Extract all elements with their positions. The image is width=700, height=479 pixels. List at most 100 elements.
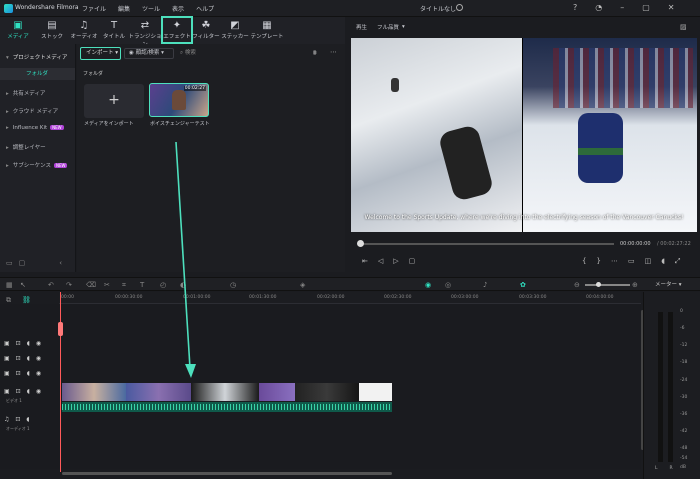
timer-icon[interactable]: ◷ [230,281,236,289]
title-bar: Wondershare Filmora ファイル 編集 ツール 表示 ヘルプ タ… [0,0,700,17]
meter-dropdown[interactable]: メーター ▾ [655,280,682,288]
play-icon[interactable]: ▷ [393,257,398,265]
zoom-slider-handle[interactable] [596,282,601,287]
meter-bar-left [658,312,663,462]
horizontal-scrollbar[interactable] [62,472,392,475]
tab-audio[interactable]: ♫ オーディオ [68,20,100,40]
eye-icon[interactable]: ◉ [36,355,41,362]
preview-progress-bar[interactable] [360,243,614,245]
speaker-icon[interactable]: ◖ [26,416,29,423]
media-panel [77,44,345,272]
link-icon[interactable]: ⛓ [22,296,31,304]
recognition-dropdown[interactable]: ◉ 顔認/検索 ▾ [124,48,174,59]
play-mode-label[interactable]: 再生 [356,23,367,31]
menu-help[interactable]: ヘルプ [196,4,214,13]
effects-tool-icon[interactable]: ◈ [300,281,305,289]
camera-icon[interactable]: ◫ [645,257,652,266]
sidebar-item-project-media[interactable]: ▾ プロジェクトメディア [6,53,67,61]
step-back-icon[interactable]: ◁ [378,257,383,265]
display-icon[interactable]: ▭ [628,257,635,266]
layout-icon[interactable]: ▦ [6,281,13,289]
speaker-icon[interactable]: ◖ [27,370,30,377]
close-icon[interactable]: ✕ [668,3,675,12]
playhead-handle[interactable] [58,322,63,336]
zoom-in-icon[interactable]: ⊕ [632,281,638,289]
sidebar-item-folder[interactable]: フォルダ [0,68,75,80]
select-tool-icon[interactable]: ↖ [20,281,26,289]
new-folder-icon[interactable]: ▭ [6,259,13,267]
import-dropdown-button[interactable]: インポート ▾ [80,47,121,60]
playhead[interactable] [60,292,61,472]
menu-view[interactable]: 表示 [172,4,184,13]
lock-icon[interactable]: ⊡ [16,340,21,347]
cloud-sync-icon[interactable] [456,4,463,11]
lock-icon[interactable]: ⊡ [16,388,21,395]
delete-icon[interactable]: ⌫ [86,281,96,289]
help-icon[interactable]: ? [573,3,577,12]
minimize-icon[interactable]: – [620,3,624,12]
speaker-icon[interactable]: ◖ [27,355,30,362]
video-clip[interactable] [62,383,392,401]
menu-tools[interactable]: ツール [142,4,160,13]
color-icon[interactable]: ◐ [180,281,186,289]
filmora-logo-icon [4,4,13,13]
filter-icon[interactable]: ⩩ [313,49,317,58]
tab-stock[interactable]: ▤ ストック [36,20,68,40]
fullscreen-icon[interactable]: ⤢ [675,257,681,266]
menu-file[interactable]: ファイル [82,4,106,13]
shield-icon[interactable]: ◎ [445,281,451,289]
app-name: Wondershare Filmora [15,4,79,11]
mark-out-icon[interactable]: } [596,257,600,266]
folder-icon[interactable]: ▢ [19,259,26,267]
text-tool-icon[interactable]: T [140,281,144,289]
speed-icon[interactable]: ◴ [160,281,166,289]
sidebar-item-cloud-media[interactable]: ▸ クラウド メディア [6,107,58,115]
eye-icon[interactable]: ◉ [36,388,41,395]
tab-templates[interactable]: ▦ テンプレート [250,20,284,40]
zoom-out-icon[interactable]: ⊖ [574,281,580,289]
microphone-icon[interactable]: ♪ [483,281,487,289]
quality-dropdown[interactable]: フル品質 [377,23,399,31]
sidebar-item-influence-kit[interactable]: ▸ Influence Kit NEW [6,125,64,131]
import-media-tile[interactable]: + [84,84,144,118]
split-icon[interactable]: ✂ [104,281,110,289]
undo-icon[interactable]: ↶ [48,281,54,289]
more-icon[interactable]: ⋯ [611,257,618,266]
prev-frame-icon[interactable]: ⇤ [362,257,368,265]
speaker-icon[interactable]: ◖ [27,340,30,347]
preview-scrubber[interactable] [357,240,364,247]
sidebar-item-shared-media[interactable]: ▸ 共有メディア [6,89,45,97]
tab-stickers[interactable]: ◩ ステッカー [219,20,251,40]
speaker-icon[interactable]: ◖ [27,388,30,395]
collapse-panel-icon[interactable]: ‹ [59,259,62,267]
media-clip-thumbnail[interactable]: 00:02:27 [149,83,209,117]
maximize-icon[interactable]: ▢ [642,3,650,12]
stop-icon[interactable]: ▢ [409,257,416,265]
tab-titles[interactable]: T タイトル [98,20,130,40]
auto-ripple-icon[interactable]: ◉ [425,281,431,289]
timeline-ruler[interactable]: 00:00 00:00:30:00 00:01:00:00 00:01:30:0… [59,292,641,304]
menu-edit[interactable]: 編集 [118,4,130,13]
volume-icon[interactable]: ◖ [661,257,665,266]
media-search[interactable]: ⌕ 検索 [180,48,196,57]
eye-icon[interactable]: ◉ [36,340,41,347]
meter-tick: -36 [680,412,688,417]
ai-tool-icon[interactable]: ✿ [520,281,526,289]
redo-icon[interactable]: ↷ [66,281,72,289]
lock-icon[interactable]: ⊡ [16,355,21,362]
tab-filters[interactable]: ☘ フィルター [190,20,222,40]
crop-icon[interactable]: ⌗ [122,281,126,290]
lock-icon[interactable]: ⊡ [15,416,20,423]
ruler-tick: 00:02:30:00 [384,295,412,300]
sidebar-item-adjustment-layer[interactable]: ▸ 調整レイヤー [6,143,46,151]
sidebar-item-subsequence[interactable]: ▸ サブシーケンス NEW [6,161,68,169]
mark-in-icon[interactable]: { [582,257,586,266]
notification-icon[interactable]: ◔ [595,3,602,12]
zoom-slider[interactable] [585,284,630,286]
lock-icon[interactable]: ⊡ [16,370,21,377]
eye-icon[interactable]: ◉ [36,370,41,377]
tab-media[interactable]: ▣ メディア [2,20,34,40]
more-options-icon[interactable]: ⋯ [330,48,337,56]
snapshot-icon[interactable]: ▨ [680,23,687,31]
playback-controls: ⇤ ◁ ▷ ▢ [362,257,415,265]
